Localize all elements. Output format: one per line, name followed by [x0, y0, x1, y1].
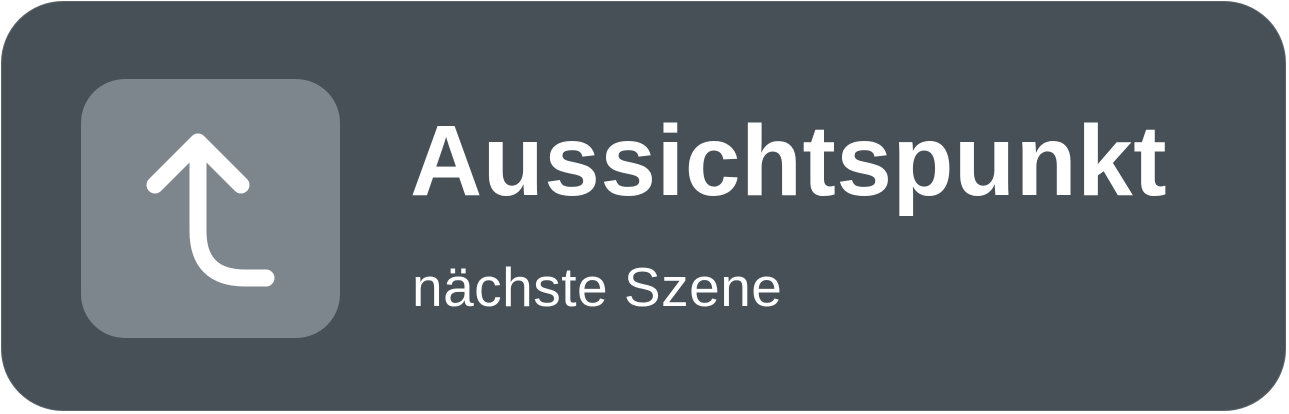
destination-subtitle: nächste Szene — [412, 256, 783, 318]
next-scene-button[interactable]: Aussichtspunkt nächste Szene — [1, 1, 1286, 411]
icon-tile — [81, 79, 340, 338]
turn-left-up-arrow-icon — [146, 133, 275, 287]
destination-title: Aussichtspunkt — [410, 105, 1168, 217]
